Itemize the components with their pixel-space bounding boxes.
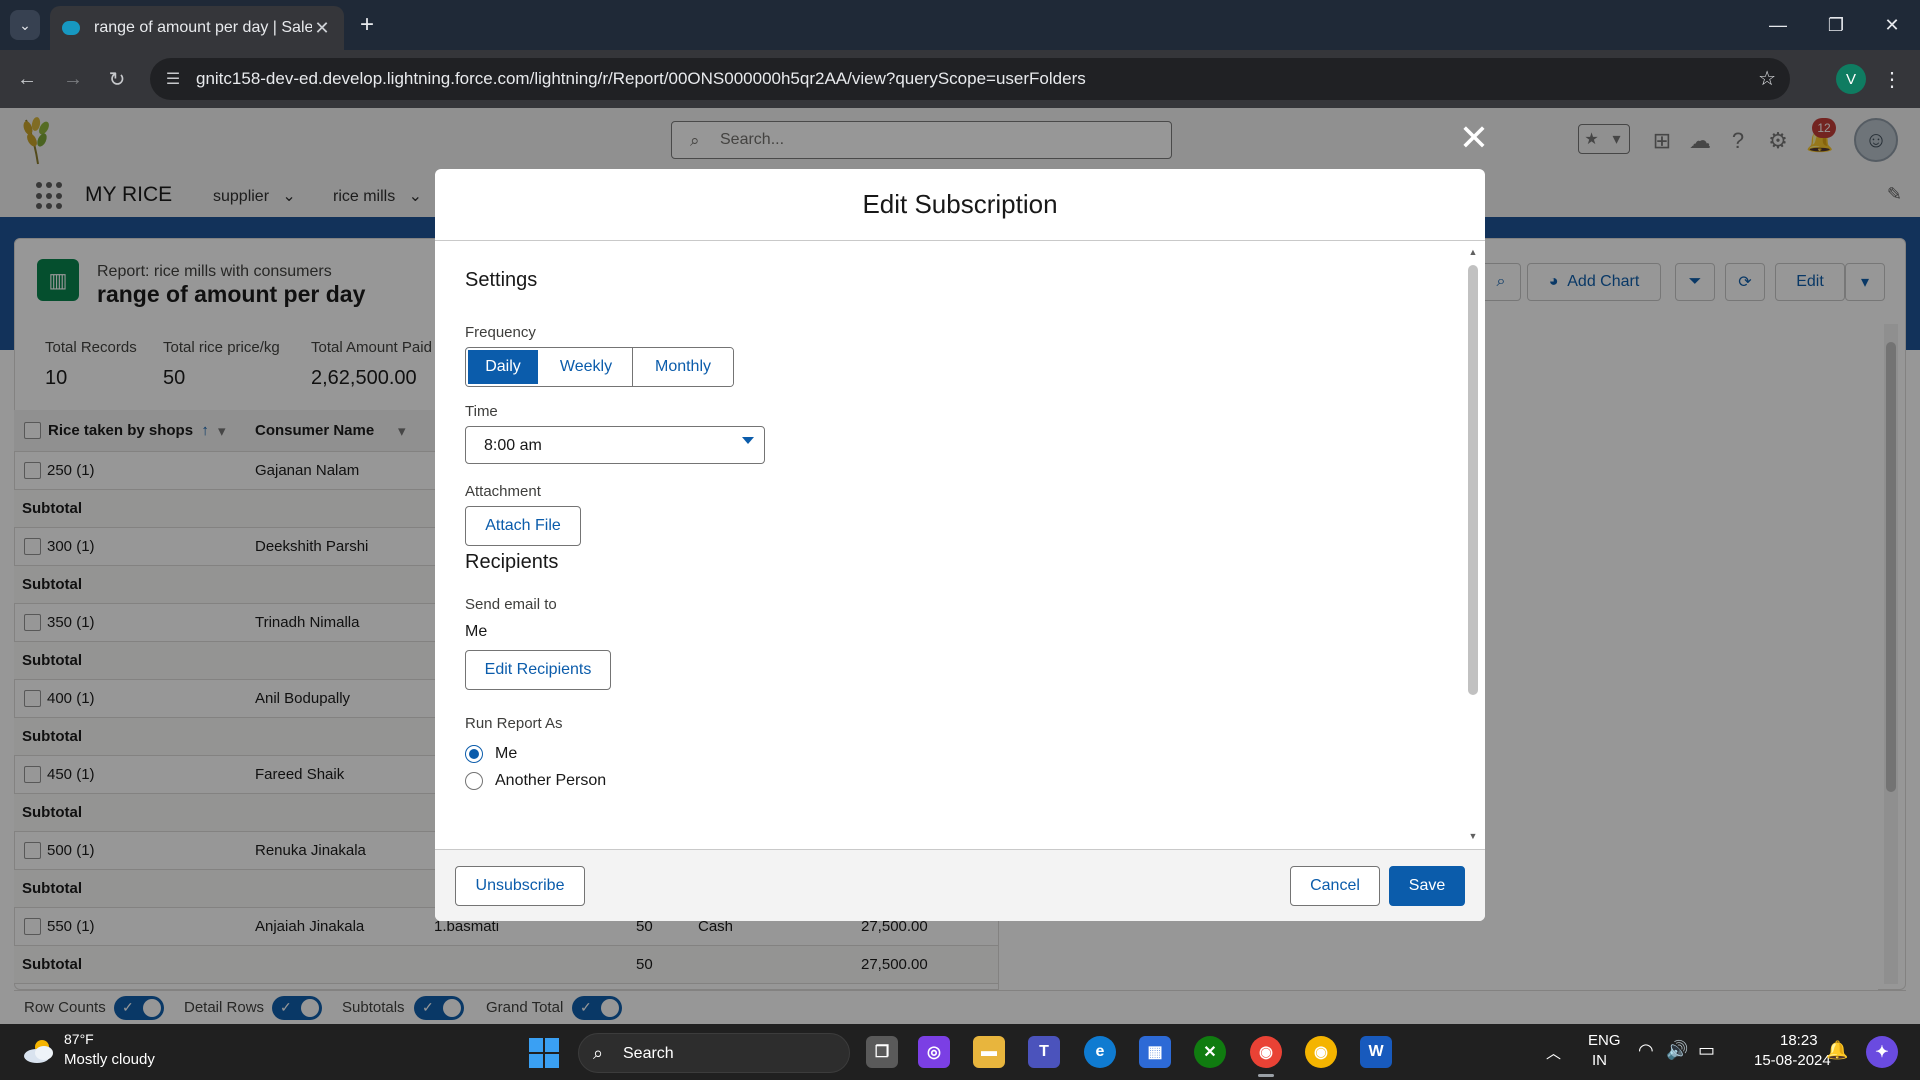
radio-selected[interactable]: [465, 745, 483, 763]
run-as-me-radio[interactable]: Me: [465, 745, 517, 763]
file-explorer-icon[interactable]: ▬: [973, 1036, 1005, 1068]
tab-close-icon[interactable]: ✕: [312, 18, 332, 39]
send-email-value: Me: [465, 623, 488, 640]
scroll-thumb[interactable]: [1468, 265, 1478, 695]
restore-icon[interactable]: ❐: [1806, 8, 1866, 42]
settings-heading: Settings: [465, 269, 538, 291]
language-top[interactable]: ENG: [1588, 1032, 1621, 1049]
chrome-icon[interactable]: ◉: [1250, 1036, 1282, 1068]
notification-bell-icon[interactable]: 🔔: [1826, 1040, 1848, 1061]
taskbar-search[interactable]: ⌕ Search: [578, 1033, 850, 1073]
browser-tab[interactable]: range of amount per day | Sales ✕: [50, 6, 344, 50]
battery-icon[interactable]: ▭: [1698, 1040, 1715, 1061]
new-tab-icon[interactable]: +: [352, 10, 382, 40]
save-button[interactable]: Save: [1389, 866, 1465, 906]
show-hidden-icons-chevron-icon[interactable]: ︿: [1546, 1042, 1561, 1063]
address-url[interactable]: gnitc158-dev-ed.develop.lightning.force.…: [196, 69, 1086, 89]
volume-icon[interactable]: 🔊: [1666, 1040, 1688, 1061]
edit-subscription-modal: Edit Subscription Settings Frequency Dai…: [435, 169, 1485, 921]
active-app-indicator: [1258, 1074, 1274, 1077]
tab-title: range of amount per day | Sales: [94, 19, 312, 36]
send-email-label: Send email to: [465, 596, 557, 613]
forward-arrow-icon[interactable]: →: [58, 64, 88, 94]
minimize-icon[interactable]: —: [1748, 8, 1808, 42]
search-icon: ⌕: [593, 1043, 604, 1063]
window-close-icon[interactable]: ✕: [1862, 8, 1920, 42]
windows-start-icon[interactable]: [529, 1038, 559, 1068]
browser-tab-bar: ⌄ range of amount per day | Sales ✕ + — …: [0, 0, 1920, 50]
microsoft-store-icon[interactable]: ▦: [1139, 1036, 1171, 1068]
frequency-button-group: Daily Weekly Monthly: [465, 347, 734, 387]
back-arrow-icon[interactable]: ←: [12, 64, 42, 94]
tab-search-chevron-icon[interactable]: ⌄: [10, 10, 40, 40]
modal-title: Edit Subscription: [435, 169, 1485, 241]
frequency-weekly-button[interactable]: Weekly: [540, 348, 633, 386]
modal-scrollbar[interactable]: ▲ ▼: [1465, 247, 1481, 843]
cloudy-weather-icon[interactable]: [22, 1036, 56, 1066]
frequency-label: Frequency: [465, 324, 536, 341]
scroll-up-icon[interactable]: ▲: [1468, 247, 1478, 257]
browser-toolbar: ← → ↻ ☰ gnitc158-dev-ed.develop.lightnin…: [0, 50, 1920, 108]
windows-taskbar: 87°F Mostly cloudy ⌕ Search ❐ ◎ ▬ T e ▦ …: [0, 1024, 1920, 1080]
radio-unselected[interactable]: [465, 772, 483, 790]
time-value: 8:00 am: [484, 437, 542, 454]
time-select[interactable]: 8:00 am: [465, 426, 765, 464]
wifi-icon[interactable]: ◠: [1638, 1040, 1654, 1061]
clock-time[interactable]: 18:23: [1780, 1032, 1818, 1049]
radio-label: Another Person: [495, 772, 607, 789]
teams-icon[interactable]: T: [1028, 1036, 1060, 1068]
task-view-icon[interactable]: ❐: [866, 1036, 898, 1068]
time-label: Time: [465, 403, 498, 420]
modal-footer: Unsubscribe Cancel Save: [435, 849, 1485, 921]
reload-icon[interactable]: ↻: [102, 64, 132, 94]
attachment-label: Attachment: [465, 483, 541, 500]
profile-avatar[interactable]: V: [1836, 64, 1866, 94]
run-as-another-person-radio[interactable]: Another Person: [465, 772, 606, 790]
scroll-down-icon[interactable]: ▼: [1468, 831, 1478, 841]
weather-temperature[interactable]: 87°F: [64, 1031, 94, 1047]
address-bar[interactable]: ☰ gnitc158-dev-ed.develop.lightning.forc…: [150, 58, 1790, 100]
copilot-app-icon[interactable]: ◎: [918, 1036, 950, 1068]
site-info-icon[interactable]: ☰: [162, 68, 184, 90]
weather-description[interactable]: Mostly cloudy: [64, 1051, 155, 1068]
run-report-as-label: Run Report As: [465, 715, 563, 732]
taskbar-search-label: Search: [623, 1045, 674, 1062]
language-bottom[interactable]: IN: [1592, 1052, 1607, 1069]
frequency-daily-button[interactable]: Daily: [466, 348, 541, 386]
copilot-icon[interactable]: ✦: [1866, 1036, 1898, 1068]
edit-recipients-button[interactable]: Edit Recipients: [465, 650, 611, 690]
browser-menu-icon[interactable]: ⋮: [1882, 64, 1902, 94]
modal-close-icon[interactable]: ✕: [1456, 117, 1492, 158]
radio-label: Me: [495, 745, 518, 762]
dropdown-caret-icon: [742, 437, 754, 444]
unsubscribe-button[interactable]: Unsubscribe: [455, 866, 585, 906]
clock-date[interactable]: 15-08-2024: [1754, 1052, 1831, 1069]
recipients-heading: Recipients: [465, 551, 559, 573]
edge-browser-icon[interactable]: e: [1084, 1036, 1116, 1068]
bookmark-star-icon[interactable]: ☆: [1758, 66, 1776, 91]
chrome-profile-icon[interactable]: ◉: [1305, 1036, 1337, 1068]
salesforce-favicon-icon: [62, 21, 80, 35]
word-icon[interactable]: W: [1360, 1036, 1392, 1068]
frequency-monthly-button[interactable]: Monthly: [633, 348, 733, 386]
cancel-button[interactable]: Cancel: [1290, 866, 1380, 906]
attach-file-button[interactable]: Attach File: [465, 506, 581, 546]
modal-body: Settings Frequency Daily Weekly Monthly …: [435, 241, 1485, 849]
xbox-icon[interactable]: ✕: [1194, 1036, 1226, 1068]
